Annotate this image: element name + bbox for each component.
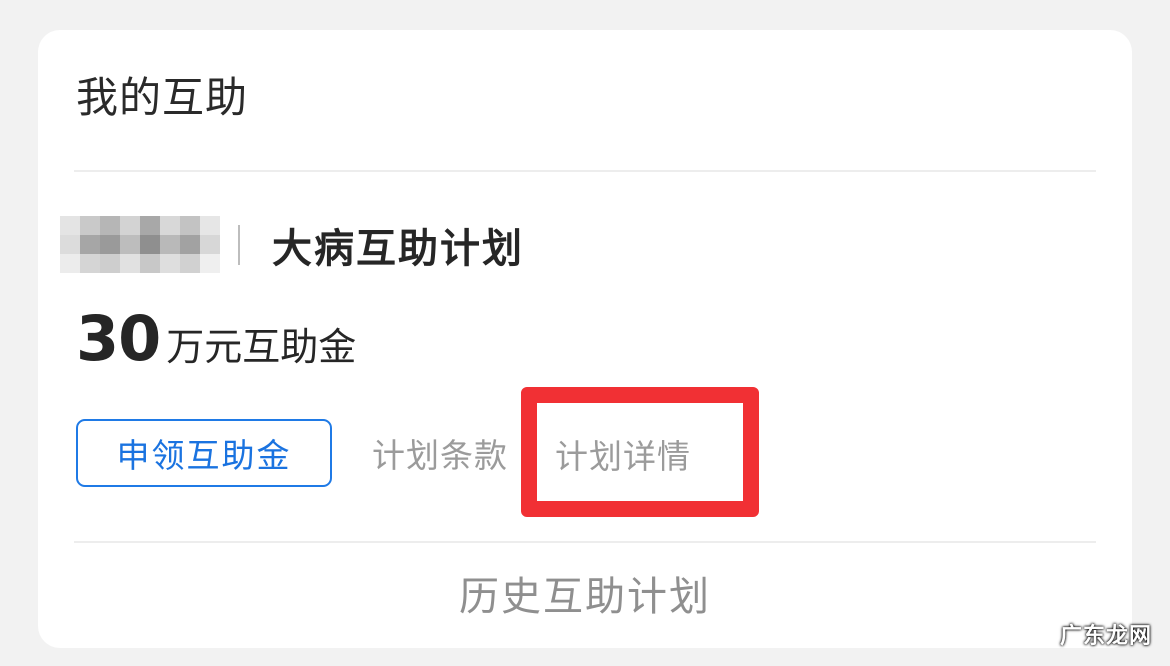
card-title: 我的互助 <box>76 73 249 122</box>
separator <box>238 225 240 265</box>
divider <box>74 170 1096 172</box>
action-row: 申领互助金 计划条款 <box>76 417 508 489</box>
amount-value: 30 <box>76 302 161 375</box>
plan-terms-link[interactable]: 计划条款 <box>372 429 508 477</box>
mutual-aid-card: 我的互助 大病互助计划 30 万元互助金 申领互助金 计划条款 计划详情 历史互… <box>38 30 1132 648</box>
divider <box>74 541 1096 543</box>
watermark: 广东龙网 <box>1059 624 1152 649</box>
coverage-amount: 30 万元互助金 <box>76 302 356 375</box>
plan-name: 大病互助计划 <box>272 226 524 272</box>
redacted-member-name <box>60 216 220 274</box>
history-plans-link[interactable]: 历史互助计划 <box>38 564 1132 622</box>
plan-row[interactable]: 大病互助计划 <box>60 210 524 280</box>
highlight-box <box>521 387 759 517</box>
amount-unit: 万元互助金 <box>166 325 357 369</box>
claim-button[interactable]: 申领互助金 <box>76 419 332 487</box>
